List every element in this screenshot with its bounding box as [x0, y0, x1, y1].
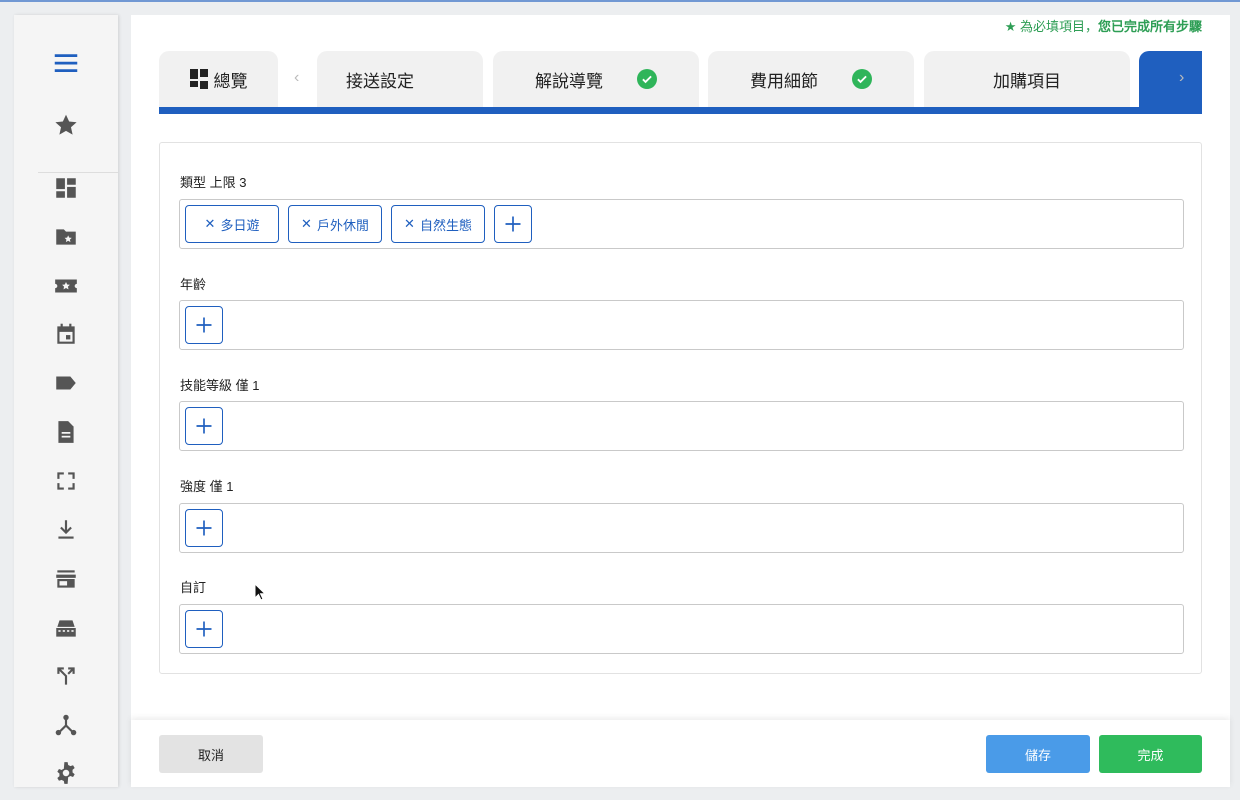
sidebar — [14, 15, 118, 787]
menu-icon[interactable] — [51, 48, 81, 78]
mouse-cursor-icon — [254, 583, 266, 601]
settings-icon[interactable] — [51, 758, 81, 788]
add-type-button[interactable] — [494, 205, 532, 243]
cancel-button[interactable]: 取消 — [159, 735, 263, 773]
merge-icon[interactable] — [51, 661, 81, 691]
label-icon[interactable] — [51, 368, 81, 398]
tree-icon[interactable] — [51, 710, 81, 740]
intensity-label: 強度 僅 1 — [180, 479, 234, 494]
age-field — [179, 300, 1184, 350]
fullscreen-icon[interactable] — [51, 466, 81, 496]
remove-icon[interactable]: ✕ — [301, 216, 312, 232]
add-intensity-button[interactable] — [185, 509, 223, 547]
chip-label: 自然生態 — [419, 217, 472, 233]
tab-guide[interactable]: 解說導覽 — [493, 51, 699, 107]
remove-icon[interactable]: ✕ — [205, 216, 216, 232]
tab-label: 加購項目 — [993, 71, 1061, 91]
step-tabs: 總覽 ‹ 接送設定 解說導覽 費用細節 加購項目 › — [159, 51, 1202, 114]
chip-label: 戶外休閒 — [316, 217, 369, 233]
tab-pickup[interactable]: 接送設定 — [317, 51, 483, 107]
document-icon[interactable] — [51, 417, 81, 447]
tab-addons[interactable]: 加購項目 — [924, 51, 1130, 107]
download-icon[interactable] — [51, 515, 81, 545]
tab-label: 接送設定 — [346, 71, 414, 91]
chip-type-2[interactable]: ✕ 戶外休閒 — [288, 205, 382, 243]
add-skill-button[interactable] — [185, 407, 223, 445]
tab-label: 解說導覽 — [535, 71, 603, 91]
plus-icon — [196, 621, 212, 637]
add-custom-button[interactable] — [185, 610, 223, 648]
intensity-field — [179, 503, 1184, 553]
main-panel: ★ 為必填項目，您已完成所有步驟 總覽 ‹ 接送設定 解說導覽 費用細節 加購項… — [131, 15, 1230, 787]
age-label: 年齡 — [180, 277, 207, 292]
tab-active[interactable] — [1139, 51, 1202, 107]
skill-label: 技能等級 僅 1 — [180, 378, 260, 393]
type-field: ✕ 多日遊 ✕ 戶外休閒 ✕ 自然生態 — [179, 199, 1184, 249]
grid-icon — [189, 69, 208, 89]
ticket-star-icon[interactable] — [51, 271, 81, 301]
top-accent-line — [0, 0, 1240, 2]
plus-icon — [196, 520, 212, 536]
star-icon[interactable] — [51, 110, 81, 140]
custom-field — [179, 604, 1184, 654]
chip-label: 多日遊 — [220, 217, 260, 233]
tab-label: 費用細節 — [750, 71, 818, 91]
remove-icon[interactable]: ✕ — [404, 216, 415, 232]
tab-overview[interactable]: 總覽 — [159, 51, 278, 107]
check-icon — [637, 69, 657, 89]
chip-type-1[interactable]: ✕ 多日遊 — [185, 205, 279, 243]
add-age-button[interactable] — [185, 306, 223, 344]
check-icon — [852, 69, 872, 89]
chip-type-3[interactable]: ✕ 自然生態 — [391, 205, 485, 243]
folder-star-icon[interactable] — [51, 222, 81, 252]
required-note: ★ 為必填項目，您已完成所有步驟 — [1005, 16, 1202, 35]
custom-label: 自訂 — [180, 580, 207, 595]
required-done: 您已完成所有步驟 — [1097, 19, 1202, 34]
plus-icon — [196, 418, 212, 434]
dashboard-icon[interactable] — [51, 173, 81, 203]
plus-icon — [505, 216, 521, 232]
store-icon[interactable] — [51, 564, 81, 594]
tabs-prev-arrow[interactable]: ‹ — [294, 69, 299, 87]
calendar-icon[interactable] — [51, 319, 81, 349]
required-prefix: ★ 為必填項目， — [1004, 19, 1098, 34]
tabs-underline — [159, 107, 1202, 114]
save-button[interactable]: 儲存 — [986, 735, 1090, 773]
done-button[interactable]: 完成 — [1099, 735, 1202, 773]
tabs-next-arrow[interactable]: › — [1179, 69, 1184, 87]
tab-label: 總覽 — [213, 71, 248, 91]
form-card: 類型 上限 3 ✕多日遊 ✕戶外休閒 ✕自然生態 年齡 技能等級 僅 1 — [159, 142, 1202, 674]
type-label: 類型 上限 3 — [180, 175, 247, 190]
footer-bar: 取消 儲存 完成 — [131, 720, 1230, 787]
printer-icon[interactable] — [51, 613, 81, 643]
skill-field — [179, 401, 1184, 451]
tab-fees[interactable]: 費用細節 — [708, 51, 914, 107]
plus-icon — [196, 317, 212, 333]
